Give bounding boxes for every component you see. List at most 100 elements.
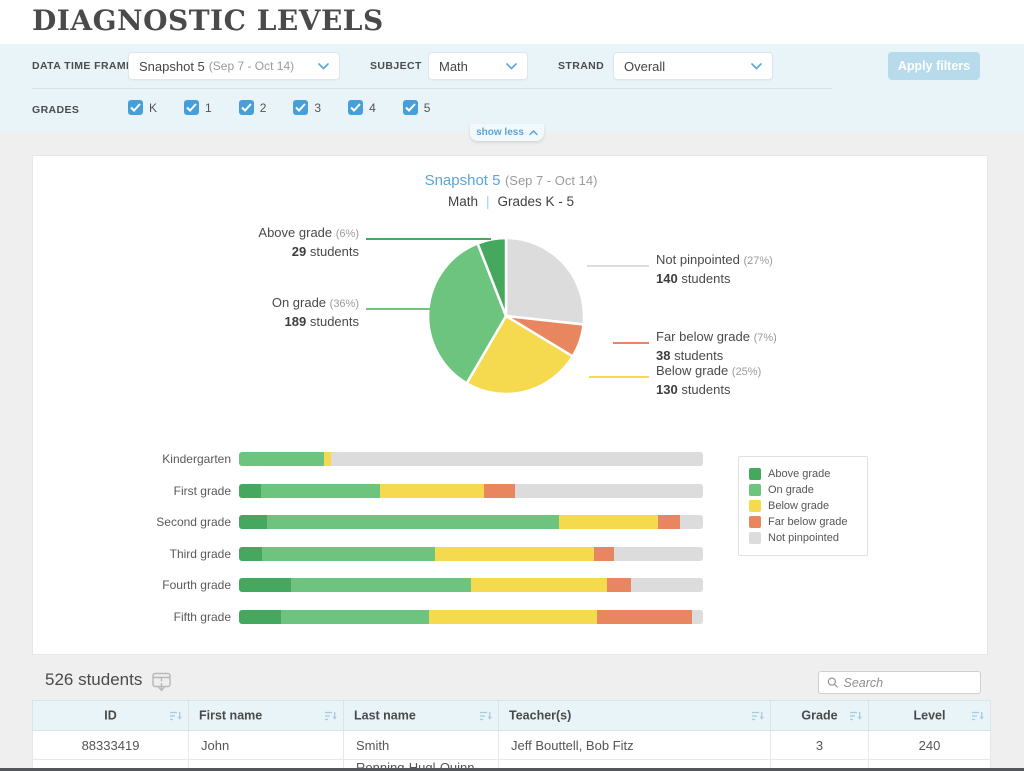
pie-label-on-grade: On grade (36%)189 students [272, 294, 359, 330]
bar-segment-below-grade[interactable] [380, 484, 484, 498]
bar-segment-above-grade[interactable] [239, 610, 281, 624]
sort-filter-icon [972, 711, 984, 722]
pie-leader-line-far-below-grade [613, 342, 649, 344]
sort-filter-icon [170, 711, 182, 722]
grade-checkbox-label: 1 [205, 101, 212, 115]
legend-swatch [749, 484, 761, 496]
bar-track [239, 452, 703, 466]
bar-segment-not-pinpointed[interactable] [692, 610, 703, 624]
column-header-last-name[interactable]: Last name [344, 701, 499, 731]
legend-item-on-grade: On grade [749, 482, 857, 498]
table-header-row: ID First name Last name Teacher(s) Grade Leve… [33, 701, 991, 731]
chevron-down-icon [506, 63, 517, 70]
bar-segment-not-pinpointed[interactable] [631, 578, 703, 592]
bar-track [239, 515, 703, 529]
column-header-label: First name [199, 709, 262, 723]
bar-segment-not-pinpointed[interactable] [614, 547, 703, 561]
bar-segment-far-below-grade[interactable] [594, 547, 613, 561]
column-header-teacher-s-[interactable]: Teacher(s) [499, 701, 771, 731]
data-time-frame-label: DATA TIME FRAME [32, 60, 133, 72]
column-header-level[interactable]: Level [869, 701, 991, 731]
column-header-label: Level [914, 709, 946, 723]
table-cell: John [189, 731, 344, 760]
search-input[interactable] [844, 676, 972, 690]
filter-panel: DATA TIME FRAME Snapshot 5 (Sep 7 - Oct … [0, 44, 1024, 132]
bar-category-label: First grade [33, 484, 239, 498]
bar-segment-below-grade[interactable] [435, 547, 594, 561]
bar-category-label: Kindergarten [33, 452, 239, 466]
bar-segment-above-grade[interactable] [239, 515, 267, 529]
sort-filter-icon [850, 711, 862, 722]
checkbox-checked-icon [293, 100, 308, 115]
column-header-first-name[interactable]: First name [189, 701, 344, 731]
grade-checkbox-4[interactable]: 4 [348, 100, 376, 115]
grade-checkbox-1[interactable]: 1 [184, 100, 212, 115]
filter-row: DATA TIME FRAME Snapshot 5 (Sep 7 - Oct … [0, 52, 1024, 80]
bar-row-second-grade: Second grade [33, 515, 703, 529]
checkbox-checked-icon [128, 100, 143, 115]
diagnostic-levels-page: DIAGNOSTIC LEVELS DATA TIME FRAME Snapsh… [0, 0, 1024, 771]
strand-select[interactable]: Overall [613, 52, 773, 80]
bar-segment-on-grade[interactable] [281, 610, 429, 624]
checkbox-checked-icon [239, 100, 254, 115]
bar-row-fifth-grade: Fifth grade [33, 610, 703, 624]
legend-label: Not pinpointed [768, 532, 839, 544]
checkbox-checked-icon [403, 100, 418, 115]
legend-item-far-below-grade: Far below grade [749, 514, 857, 530]
bar-segment-not-pinpointed[interactable] [680, 515, 703, 529]
checkbox-checked-icon [348, 100, 363, 115]
table-row[interactable]: 88333419JohnSmithJeff Bouttell, Bob Fitz… [33, 731, 991, 760]
grade-checkbox-5[interactable]: 5 [403, 100, 431, 115]
pie-leader-line-below-grade [589, 376, 649, 378]
grade-checkbox-2[interactable]: 2 [239, 100, 267, 115]
grade-checkbox-k[interactable]: K [128, 100, 157, 115]
bar-segment-above-grade[interactable] [239, 484, 261, 498]
bar-segment-on-grade[interactable] [261, 484, 380, 498]
chart-title-range: (Sep 7 - Oct 14) [505, 173, 597, 188]
bar-segment-far-below-grade[interactable] [597, 610, 692, 624]
bar-segment-far-below-grade[interactable] [658, 515, 680, 529]
pie-label-above-grade: Above grade (6%)29 students [258, 224, 359, 260]
column-header-label: Last name [354, 709, 416, 723]
bar-segment-on-grade[interactable] [239, 452, 324, 466]
column-header-label: ID [104, 709, 117, 723]
bar-segment-above-grade[interactable] [239, 578, 291, 592]
legend-label: Below grade [768, 500, 829, 512]
grade-checkbox-label: 4 [369, 101, 376, 115]
column-header-id[interactable]: ID [33, 701, 189, 731]
bar-segment-below-grade[interactable] [471, 578, 608, 592]
bar-segment-far-below-grade[interactable] [607, 578, 630, 592]
bar-category-label: Fifth grade [33, 610, 239, 624]
show-less-toggle[interactable]: show less [470, 124, 544, 141]
data-time-frame-select[interactable]: Snapshot 5 (Sep 7 - Oct 14) [128, 52, 340, 80]
pie-slice-not-pinpointed[interactable] [506, 238, 584, 325]
apply-filters-button[interactable]: Apply filters [888, 52, 980, 80]
legend-label: Above grade [768, 468, 830, 480]
export-table-icon[interactable] [152, 672, 173, 698]
bar-segment-on-grade[interactable] [262, 547, 435, 561]
grades-checkbox-group: K 1 2 3 4 5 [128, 100, 430, 115]
bar-segment-below-grade[interactable] [559, 515, 658, 529]
chart-subtitle-subject: Math [448, 194, 478, 209]
bar-segment-on-grade[interactable] [291, 578, 470, 592]
column-header-grade[interactable]: Grade [771, 701, 869, 731]
bar-segment-above-grade[interactable] [239, 547, 262, 561]
bar-row-kindergarten: Kindergarten [33, 452, 703, 466]
column-header-label: Grade [801, 709, 837, 723]
chart-subtitle-grades: Grades K - 5 [498, 194, 575, 209]
bar-segment-not-pinpointed[interactable] [331, 452, 703, 466]
chart-title: Snapshot 5 (Sep 7 - Oct 14) [33, 172, 989, 190]
bar-row-fourth-grade: Fourth grade [33, 578, 703, 592]
table-cell: 88333419 [33, 731, 189, 760]
table-cell: 240 [869, 731, 991, 760]
subject-select[interactable]: Math [428, 52, 528, 80]
bar-segment-far-below-grade[interactable] [484, 484, 515, 498]
grade-checkbox-3[interactable]: 3 [293, 100, 321, 115]
sort-filter-icon [480, 711, 492, 722]
bar-segment-below-grade[interactable] [429, 610, 597, 624]
bar-segment-below-grade[interactable] [324, 452, 331, 466]
bar-segment-not-pinpointed[interactable] [515, 484, 703, 498]
bar-track [239, 610, 703, 624]
bar-segment-on-grade[interactable] [267, 515, 559, 529]
bar-category-label: Second grade [33, 515, 239, 529]
